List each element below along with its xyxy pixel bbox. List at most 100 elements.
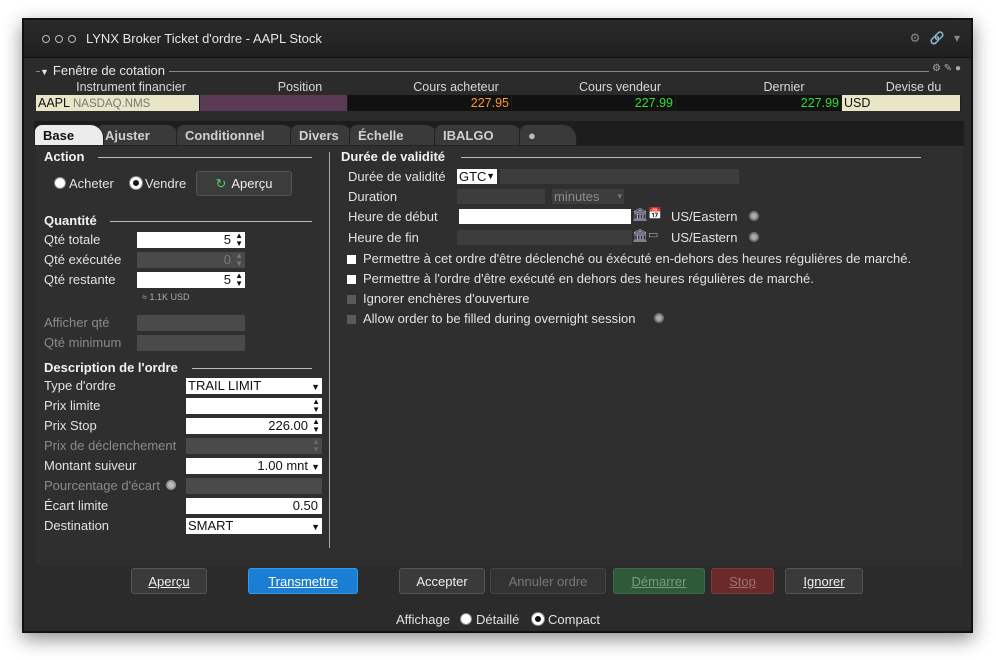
bid-price: 227.95 [348, 95, 512, 111]
plus-icon: ● [528, 128, 536, 143]
tif-select[interactable]: GTC ▼ [457, 169, 497, 184]
section-validity-title: Durée de validité [341, 149, 446, 164]
detailed-radio[interactable] [460, 613, 472, 625]
start-button: Démarrer [613, 568, 705, 594]
display-mode-label: Affichage [396, 612, 450, 627]
outside-rth-trigger-label: Permettre à cet ordre d'être déclenché o… [363, 251, 912, 266]
info-icon[interactable] [166, 480, 176, 490]
chevron-down-icon: ▼ [311, 462, 320, 472]
transmit-button[interactable]: Transmettre [248, 568, 358, 594]
outside-rth-fill-checkbox[interactable] [347, 275, 356, 284]
stepper-icon[interactable]: ▲ ▼ [312, 418, 320, 434]
preview-button[interactable]: Aperçu [131, 568, 207, 594]
tab-more[interactable]: ● [519, 124, 577, 146]
limit-offset-input[interactable]: 0.50 [186, 498, 322, 514]
buy-radio[interactable] [54, 177, 66, 189]
tab-echelle[interactable]: Échelle [349, 124, 439, 146]
chevron-down-icon: ▾ [617, 191, 622, 201]
stop-button: Stop [711, 568, 774, 594]
divider [36, 71, 961, 72]
quote-panel: ▼ Fenêtre de cotation ⚙ ✎ ● Instrument fi… [36, 62, 961, 114]
tab-bar: Base Ajuster Conditionnel Divers Échelle… [34, 121, 964, 146]
order-type-select[interactable]: TRAIL LIMIT ▼ [186, 378, 322, 394]
trailing-amount-input[interactable]: 1.00 mnt ▼ [186, 458, 322, 474]
exchange-hours-icon[interactable]: 🏛 [632, 207, 649, 223]
stop-price-input[interactable]: 226.00 ▲ ▼ [186, 418, 322, 434]
overnight-session-checkbox[interactable] [347, 315, 356, 324]
stepper-icon: ▲ ▼ [312, 437, 320, 454]
accept-button[interactable]: Accepter [399, 568, 485, 594]
limit-price-label: Prix limite [44, 398, 101, 413]
divider [110, 221, 312, 222]
panel-tools-icons[interactable]: ⚙ ✎ ● [929, 63, 961, 74]
compact-radio[interactable] [532, 613, 544, 625]
outside-rth-trigger-checkbox[interactable] [347, 255, 356, 264]
stepper-icon[interactable]: ▲ ▼ [312, 398, 320, 414]
display-qty-label: Afficher qté [44, 315, 110, 330]
title-bar: LYNX Broker Ticket d'ordre - AAPL Stock … [24, 20, 971, 58]
display-qty-input [137, 315, 245, 331]
col-header-position: Position [277, 80, 323, 94]
maximize-icon[interactable] [68, 35, 76, 43]
start-time-label: Heure de début [348, 209, 438, 224]
divider [98, 157, 312, 158]
order-type-label: Type d'ordre [44, 378, 116, 393]
sell-radio[interactable] [130, 177, 142, 189]
section-order-title: Description de l'ordre [44, 360, 178, 375]
divider [461, 157, 921, 158]
tif-detail-field [500, 169, 739, 184]
window-title: LYNX Broker Ticket d'ordre - AAPL Stock [86, 31, 322, 46]
chevron-down-icon: ▼ [486, 171, 495, 181]
column-divider [329, 152, 330, 548]
remaining-qty-input[interactable]: 5 ▲ ▼ [137, 272, 245, 288]
section-quantity-title: Quantité [44, 213, 97, 228]
tab-ibalgo[interactable]: IBALGO [434, 124, 524, 146]
stepper-icon[interactable]: ▲ ▼ [235, 232, 243, 248]
info-icon[interactable] [749, 211, 759, 221]
order-ticket-window: LYNX Broker Ticket d'ordre - AAPL Stock … [22, 18, 973, 633]
limit-price-input[interactable]: ▲ ▼ [186, 398, 322, 414]
chevron-down-icon: ▼ [311, 382, 320, 392]
position-cell [200, 95, 348, 111]
duration-label: Duration [348, 189, 398, 204]
refresh-icon: ↻ [215, 176, 227, 191]
tab-base[interactable]: Base [34, 124, 104, 146]
collapse-triangle-icon[interactable]: ▼ [40, 67, 49, 77]
quote-row[interactable]: AAPL NASDAQ.NMS 227.95 227.99 227.99 USD [36, 95, 961, 111]
close-icon[interactable] [42, 35, 50, 43]
stepper-icon[interactable]: ▲ ▼ [235, 272, 243, 288]
window-tools-icons[interactable]: ⚙ 🔗 ▾ [910, 31, 963, 45]
chevron-down-icon: ▼ [311, 522, 320, 532]
calendar-icon[interactable]: ▭ [648, 228, 658, 241]
ignore-opening-auction-checkbox[interactable] [347, 295, 356, 304]
stepper-icon: ▲ ▼ [235, 251, 243, 268]
preview-action-button[interactable]: ↻ Aperçu [196, 171, 292, 196]
limit-offset-label: Écart limite [44, 498, 109, 513]
info-icon[interactable] [749, 232, 759, 242]
tab-ajuster[interactable]: Ajuster [96, 124, 180, 146]
calendar-icon[interactable]: 📅 [648, 207, 662, 220]
exchange: NASDAQ.NMS [73, 98, 151, 110]
order-form: Action Acheter Vendre ↻ Aperçu Quantité Q… [36, 146, 963, 566]
buy-label: Acheter [69, 176, 114, 191]
destination-select[interactable]: SMART ▼ [186, 518, 322, 534]
start-time-input[interactable] [459, 209, 631, 224]
executed-qty-input: 0 ▲ ▼ [137, 252, 245, 268]
exchange-hours-icon[interactable]: 🏛 [632, 228, 649, 244]
tab-conditionnel[interactable]: Conditionnel [176, 124, 296, 146]
ignore-button[interactable]: Ignorer [785, 568, 863, 594]
outside-rth-fill-label: Permettre à l'ordre d'être exécuté en de… [363, 271, 814, 286]
compact-label: Compact [548, 612, 601, 627]
tif-label: Durée de validité [348, 169, 446, 184]
divider [192, 368, 312, 369]
tab-divers[interactable]: Divers [290, 124, 354, 146]
total-qty-input[interactable]: 5 ▲ ▼ [137, 232, 245, 248]
minimize-icon[interactable] [55, 35, 63, 43]
trailing-percent-label: Pourcentage d'écart [44, 478, 160, 493]
sell-label: Vendre [145, 176, 187, 191]
duration-unit-select: minutes ▾ [552, 189, 624, 204]
stop-price-label: Prix Stop [44, 418, 97, 433]
section-action-title: Action [44, 149, 85, 164]
executed-qty-label: Qté exécutée [44, 252, 122, 267]
info-icon[interactable] [654, 313, 664, 323]
